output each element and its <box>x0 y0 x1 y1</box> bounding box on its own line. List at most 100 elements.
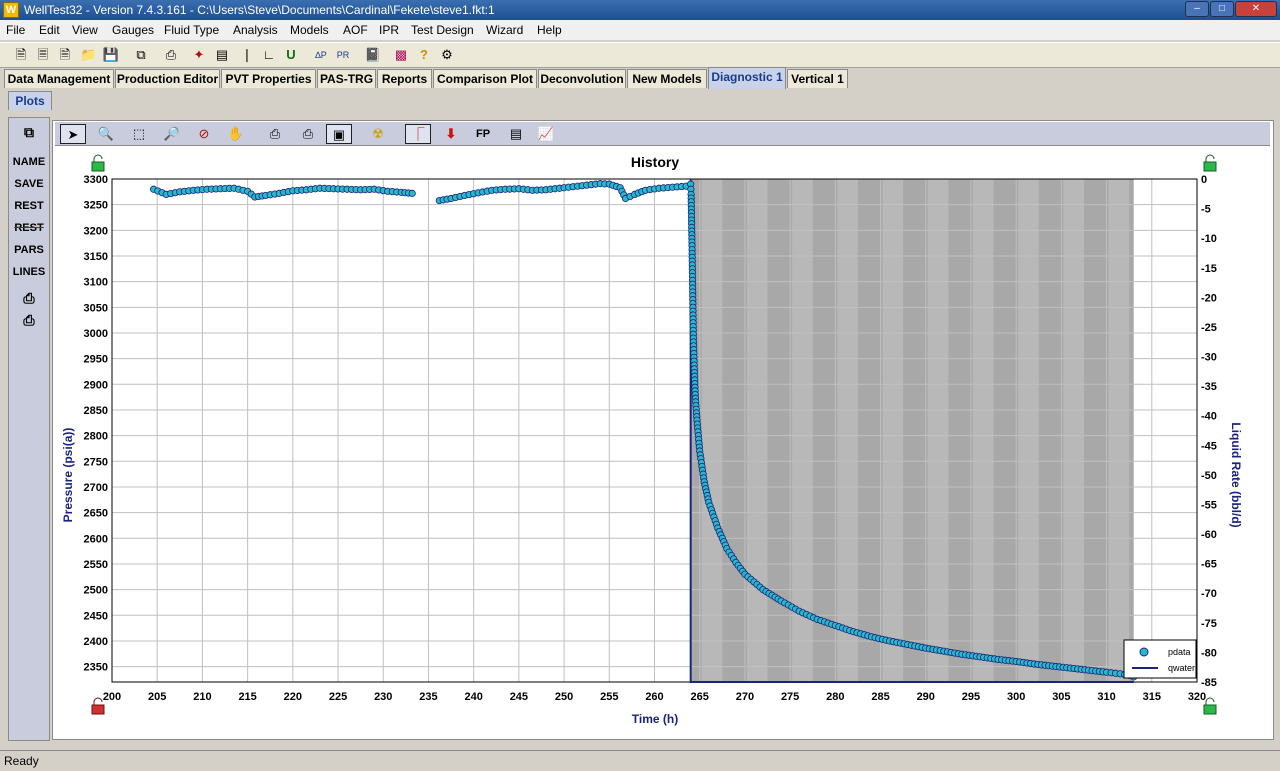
x-tick-label: 295 <box>962 691 980 703</box>
menu-analysis[interactable]: Analysis <box>233 23 278 37</box>
separator-icon: ❘ <box>241 47 253 62</box>
layout-icon[interactable]: ▤ <box>213 46 231 64</box>
menu-wizard[interactable]: Wizard <box>486 23 523 37</box>
ap-icon[interactable]: ∆P <box>312 46 330 64</box>
x-tick-label: 250 <box>555 691 573 703</box>
x-tick-label: 225 <box>329 691 347 703</box>
menu-models[interactable]: Models <box>290 23 329 37</box>
subtab-plots[interactable]: Plots <box>8 91 52 110</box>
line-fit-icon[interactable]: ⎾ <box>405 124 431 144</box>
chart-legend[interactable]: pdata qwater <box>1123 639 1197 679</box>
zoom-reset-icon[interactable]: ⊘ <box>191 124 217 144</box>
tab-deconvolution[interactable]: Deconvolution <box>538 69 626 88</box>
corner-icon[interactable]: ∟ <box>260 46 278 64</box>
menu-edit[interactable]: Edit <box>39 23 60 37</box>
print-icon[interactable]: ⎙ <box>162 46 180 64</box>
tab-pas-trg[interactable]: PAS-TRG <box>317 69 376 88</box>
menu-test-design[interactable]: Test Design <box>411 23 474 37</box>
tab-comparison-plot[interactable]: Comparison Plot <box>433 69 537 88</box>
fp-button[interactable]: FP <box>470 124 496 144</box>
minimize-button[interactable]: – <box>1185 1 1209 17</box>
data-points-icon[interactable]: ✦ <box>190 46 208 64</box>
zoom-out-icon[interactable]: 🔎 <box>159 124 185 144</box>
trend-icon[interactable]: 📈 <box>533 124 559 144</box>
new-document-icon[interactable]: 🗏 <box>34 46 52 64</box>
copy-icon[interactable]: ⧉ <box>132 46 150 64</box>
radiation-icon[interactable]: ☢ <box>365 124 391 144</box>
menu-help[interactable]: Help <box>537 23 562 37</box>
name-button[interactable]: NAME <box>9 156 49 168</box>
save-icon[interactable]: 💾 <box>102 46 120 64</box>
history-chart[interactable]: History Time (h) Pressure (psi(a)) Liqui… <box>52 148 1274 740</box>
restore-button[interactable]: REST <box>9 200 49 212</box>
y-tick-label: 2900 <box>84 379 108 391</box>
lock-icon-top-right[interactable] <box>1203 154 1217 172</box>
y-tick-label: 2750 <box>84 456 108 468</box>
y-tick-label: 3050 <box>84 302 108 314</box>
tab-data-management[interactable]: Data Management <box>4 69 114 88</box>
y-axis-label: Pressure (psi(a)) <box>61 428 75 523</box>
y2-tick-label: -70 <box>1201 588 1217 600</box>
plot-sidebar: ⧉ NAME SAVE REST REST PARS LINES ⎙ ⎙ <box>8 117 50 741</box>
table-icon[interactable]: ▤ <box>503 124 529 144</box>
restore-disabled-button[interactable]: REST <box>9 222 49 234</box>
shade-band <box>972 179 994 682</box>
x-tick-label: 310 <box>1097 691 1115 703</box>
menu-fluid-type[interactable]: Fluid Type <box>164 23 219 37</box>
print-plot-icon[interactable]: ⎙ <box>9 290 49 307</box>
shade-band <box>746 179 768 682</box>
tab-pvt-properties[interactable]: PVT Properties <box>221 69 316 88</box>
pointer-tool-icon[interactable]: ➤ <box>60 124 86 144</box>
y-tick-label: 2950 <box>84 354 108 366</box>
y-tick-label: 2550 <box>84 559 108 571</box>
wizard-icon[interactable]: ⚙ <box>438 46 456 64</box>
y-tick-label: 3100 <box>84 277 108 289</box>
maximize-button[interactable]: □ <box>1210 1 1234 17</box>
y-tick-label: 3300 <box>84 174 108 186</box>
lock-icon-top-left[interactable] <box>91 154 105 172</box>
pars-button[interactable]: PARS <box>9 244 49 256</box>
menu-gauges[interactable]: Gauges <box>112 23 154 37</box>
x-tick-label: 275 <box>781 691 799 703</box>
y2-tick-label: -65 <box>1201 559 1217 571</box>
status-text: Ready <box>4 754 39 768</box>
menu-ipr[interactable]: IPR <box>379 23 399 37</box>
y-tick-label: 2450 <box>84 610 108 622</box>
y2-tick-label: -45 <box>1201 440 1217 452</box>
tab-vertical-1[interactable]: Vertical 1 <box>787 69 848 88</box>
pan-hand-icon[interactable]: ✋ <box>223 124 249 144</box>
new-file-icon[interactable]: 🗎 <box>12 46 30 64</box>
x-tick-label: 255 <box>600 691 618 703</box>
chart-icon[interactable]: ▩ <box>392 46 410 64</box>
print-setup-icon[interactable]: ⎙ <box>295 124 321 144</box>
lines-button[interactable]: LINES <box>9 266 49 278</box>
u-curve-icon[interactable]: U <box>282 46 300 64</box>
tab-diagnostic-1[interactable]: Diagnostic 1 <box>708 67 786 89</box>
frame-icon[interactable]: ▣ <box>326 124 352 144</box>
tab-new-models[interactable]: New Models <box>627 69 707 88</box>
save-button[interactable]: SAVE <box>9 178 49 190</box>
pr-icon[interactable]: PR <box>334 46 352 64</box>
menu-aof[interactable]: AOF <box>343 23 368 37</box>
y2-axis-label: Liquid Rate (bbl/d) <box>1229 422 1243 527</box>
x-tick-label: 230 <box>374 691 392 703</box>
close-button[interactable]: ✕ <box>1235 1 1277 17</box>
notebook-icon[interactable]: 📓 <box>364 46 382 64</box>
y-tick-label: 2800 <box>84 431 108 443</box>
y-tick-label: 2400 <box>84 636 108 648</box>
help-icon[interactable]: ? <box>415 46 433 64</box>
new-template-icon[interactable]: 🗎 <box>56 46 74 64</box>
copy-plot-icon[interactable]: ⧉ <box>9 124 49 141</box>
print-icon[interactable]: ⎙ <box>262 124 288 144</box>
subtab-bar: Plots <box>0 89 1280 111</box>
y2-tick-label: -80 <box>1201 647 1217 659</box>
open-folder-icon[interactable]: 📁 <box>80 46 98 64</box>
menu-file[interactable]: File <box>6 23 25 37</box>
zoom-in-icon[interactable]: 🔍 <box>93 124 119 144</box>
tab-production-editor[interactable]: Production Editor <box>115 69 220 88</box>
menu-view[interactable]: View <box>72 23 98 37</box>
zoom-box-icon[interactable]: ⬚ <box>126 124 152 144</box>
tab-reports[interactable]: Reports <box>377 69 432 88</box>
print-options-icon[interactable]: ⎙ <box>9 312 49 329</box>
down-arrow-icon[interactable]: ⬇ <box>438 124 464 144</box>
